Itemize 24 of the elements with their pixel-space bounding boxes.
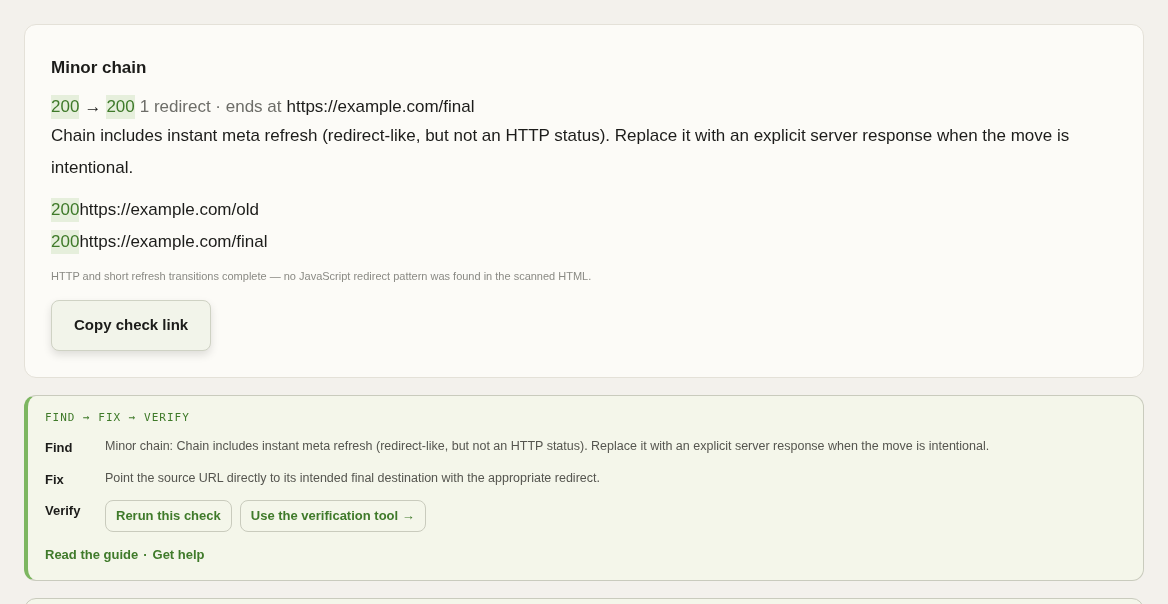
hop-url: https://example.com/final bbox=[79, 230, 268, 253]
status-code: 200 bbox=[51, 229, 80, 254]
final-url: https://example.com/final bbox=[286, 95, 475, 118]
arrow-text: → bbox=[84, 95, 102, 118]
redirect-count: 1 redirect · ends at bbox=[139, 95, 282, 118]
guide-link[interactable]: Read the guide bbox=[45, 544, 139, 564]
row-text: Minor chain: Chain includes instant meta refresh (redirect-like, but not an HTTP status). Replace it with an explicit server response when the move is intentional. bbox=[105, 438, 990, 455]
row-label: Fix bbox=[45, 470, 65, 489]
row-label: Find bbox=[45, 439, 74, 457]
verify-button[interactable]: Rerun this check bbox=[105, 500, 232, 532]
link-separator: · bbox=[143, 545, 148, 564]
row-label: Verify bbox=[45, 502, 82, 520]
guide-heading: FIND → FIX → VERIFY bbox=[45, 409, 191, 426]
status-code: 200 bbox=[51, 197, 80, 222]
verify-button[interactable]: Use the verification tool → bbox=[239, 500, 426, 532]
status-code: 200 bbox=[51, 94, 80, 119]
scan-note: HTTP and short refresh transitions complete — no JavaScript redirect pattern was found in the scanned HTML. bbox=[51, 268, 593, 284]
card-title: Minor chain bbox=[51, 57, 148, 79]
hop-url: https://example.com/old bbox=[79, 198, 259, 221]
row-text: Point the source URL directly to its intended final destination with the appropriate redirect. bbox=[105, 469, 600, 487]
status-code: 200 bbox=[106, 94, 135, 119]
copy-link-button[interactable]: Copy check link bbox=[51, 300, 212, 351]
description: Chain includes instant meta refresh (redirect-like, but not an HTTP status). Replace it with an explicit server response when the move is intentional. bbox=[51, 124, 1071, 179]
help-link[interactable]: Get help bbox=[152, 544, 205, 564]
